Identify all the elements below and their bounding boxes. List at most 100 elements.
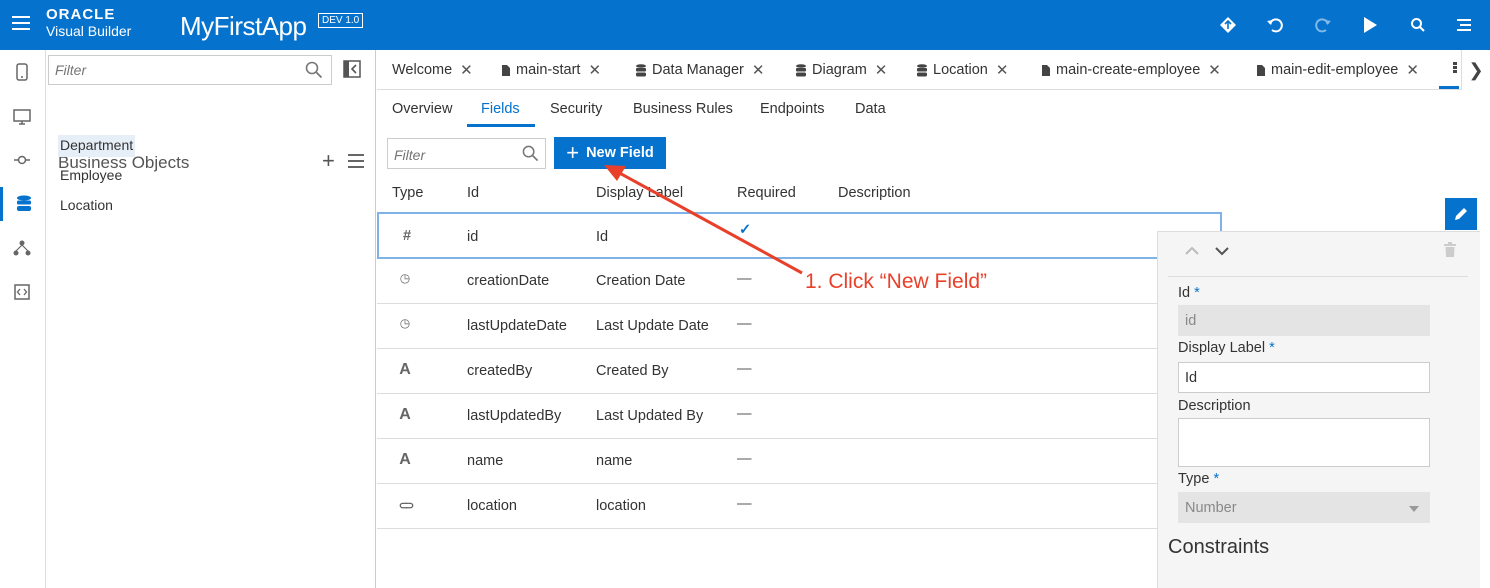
- field-properties-panel: Id * id Display Label * Id Description Typ…: [1157, 231, 1480, 588]
- tab-scroll-right-icon[interactable]: ❯: [1461, 50, 1490, 90]
- table-row[interactable]: A name name —: [377, 439, 1222, 484]
- description-field[interactable]: [1178, 418, 1430, 467]
- required-dash: —: [737, 406, 752, 422]
- required-dash: —: [737, 316, 752, 332]
- collapse-panel-icon[interactable]: [343, 60, 361, 78]
- navigator-item-location[interactable]: Location: [58, 195, 115, 217]
- tab-main-edit-employee[interactable]: main-edit-employee ✕: [1256, 61, 1419, 79]
- field-id: createdBy: [467, 363, 533, 379]
- menu-icon[interactable]: [1452, 13, 1476, 37]
- app-title: MyFirstApp: [180, 11, 307, 41]
- search-icon[interactable]: [522, 145, 539, 165]
- tab-data-manager[interactable]: Data Manager ✕: [635, 61, 764, 79]
- chevron-down-icon[interactable]: [1214, 244, 1230, 260]
- close-icon[interactable]: ✕: [460, 61, 473, 79]
- field-display-label: Last Update Date: [596, 318, 709, 334]
- service-connections-icon[interactable]: [0, 143, 44, 177]
- close-icon[interactable]: ✕: [1406, 61, 1419, 79]
- search-icon[interactable]: [305, 61, 323, 82]
- table-row[interactable]: A lastUpdatedBy Last Updated By —: [377, 394, 1222, 439]
- tab-location[interactable]: Location ✕: [916, 61, 1008, 79]
- column-header-id[interactable]: Id: [467, 185, 479, 201]
- type-label: Type *: [1178, 471, 1220, 487]
- tab-department[interactable]: [1452, 61, 1458, 74]
- string-icon: A: [399, 361, 411, 378]
- navigator-item-department[interactable]: Department: [58, 135, 136, 157]
- close-icon[interactable]: ✕: [588, 61, 601, 79]
- string-icon: A: [399, 406, 411, 423]
- close-icon[interactable]: ✕: [1208, 61, 1221, 79]
- required-asterisk: *: [1213, 471, 1220, 487]
- navigator-menu-icon[interactable]: [348, 154, 364, 172]
- processes-icon[interactable]: [0, 231, 44, 265]
- database-icon: [796, 63, 806, 76]
- reference-icon: ⊂⊃: [398, 500, 414, 512]
- database-icon: [1453, 62, 1457, 73]
- field-id: location: [467, 498, 517, 514]
- table-row[interactable]: A createdBy Created By —: [377, 349, 1222, 394]
- required-dash: —: [737, 451, 752, 467]
- tab-label: main-create-employee: [1056, 62, 1201, 78]
- required-asterisk: *: [1194, 285, 1200, 301]
- tab-business-rules[interactable]: Business Rules: [633, 101, 733, 117]
- navigator-item-employee[interactable]: Employee: [58, 165, 124, 187]
- tab-diagram[interactable]: Diagram ✕: [795, 61, 887, 79]
- run-icon[interactable]: [1358, 13, 1382, 37]
- database-icon: [636, 63, 646, 76]
- page-icon: [502, 64, 510, 76]
- close-icon[interactable]: ✕: [875, 61, 888, 79]
- mobile-apps-icon[interactable]: [0, 55, 44, 89]
- required-dash: —: [737, 361, 752, 377]
- close-icon[interactable]: ✕: [996, 61, 1009, 79]
- tab-main-start[interactable]: main-start ✕: [501, 61, 601, 79]
- table-row[interactable]: ◷ lastUpdateDate Last Update Date —: [377, 304, 1222, 349]
- navigator-filter[interactable]: [48, 55, 332, 85]
- display-label-field[interactable]: Id: [1178, 362, 1430, 393]
- edit-pencil-icon[interactable]: [1445, 198, 1477, 230]
- tab-endpoints[interactable]: Endpoints: [760, 101, 825, 117]
- hamburger-menu-icon[interactable]: [12, 16, 30, 30]
- web-apps-icon[interactable]: [0, 100, 44, 134]
- column-header-description[interactable]: Description: [838, 185, 911, 201]
- type-select[interactable]: Number: [1178, 492, 1430, 523]
- page-icon: [1042, 64, 1050, 76]
- search-icon[interactable]: [1406, 13, 1430, 37]
- caret-down-icon: [1409, 506, 1419, 512]
- close-icon[interactable]: ✕: [752, 61, 765, 79]
- datetime-icon: ◷: [399, 316, 411, 330]
- column-header-type[interactable]: Type: [392, 185, 423, 201]
- business-objects-navigator: Business Objects + Department Employee L…: [46, 50, 376, 588]
- table-row[interactable]: ⊂⊃ location location —: [377, 484, 1222, 529]
- annotation-arrow: [604, 165, 803, 275]
- redo-icon[interactable]: [1311, 13, 1335, 37]
- brand-logo: ORACLE Visual Builder: [46, 7, 131, 38]
- field-display-label: Created By: [596, 363, 669, 379]
- id-label: Id *: [1178, 285, 1200, 301]
- tab-security[interactable]: Security: [550, 101, 602, 117]
- tab-overview[interactable]: Overview: [392, 101, 452, 117]
- navigator-filter-input[interactable]: [55, 62, 295, 78]
- tab-welcome[interactable]: Welcome ✕: [392, 61, 473, 79]
- brand-oracle: ORACLE: [46, 6, 116, 23]
- tab-fields[interactable]: Fields: [481, 101, 520, 117]
- business-objects-icon[interactable]: [0, 187, 44, 221]
- tab-label: Welcome: [392, 62, 453, 78]
- tab-data[interactable]: Data: [855, 101, 886, 117]
- source-view-icon[interactable]: [0, 275, 44, 309]
- diamond-icon[interactable]: [1216, 13, 1240, 37]
- fields-filter[interactable]: [387, 138, 546, 169]
- field-display-label: name: [596, 453, 633, 469]
- field-id: lastUpdateDate: [467, 318, 567, 334]
- tab-main-create-employee[interactable]: main-create-employee ✕: [1041, 61, 1221, 79]
- plus-icon: +: [566, 140, 580, 165]
- tab-label: Location: [933, 62, 988, 78]
- chevron-up-icon[interactable]: [1184, 244, 1200, 260]
- version-badge: DEV 1.0: [318, 13, 364, 28]
- undo-icon[interactable]: [1263, 13, 1287, 37]
- active-subtab-indicator: [467, 124, 535, 127]
- trash-icon[interactable]: [1444, 242, 1456, 260]
- field-id: name: [467, 453, 504, 469]
- tab-label: main-start: [516, 62, 581, 78]
- add-business-object-icon[interactable]: +: [322, 150, 335, 172]
- fields-filter-input[interactable]: [394, 147, 514, 163]
